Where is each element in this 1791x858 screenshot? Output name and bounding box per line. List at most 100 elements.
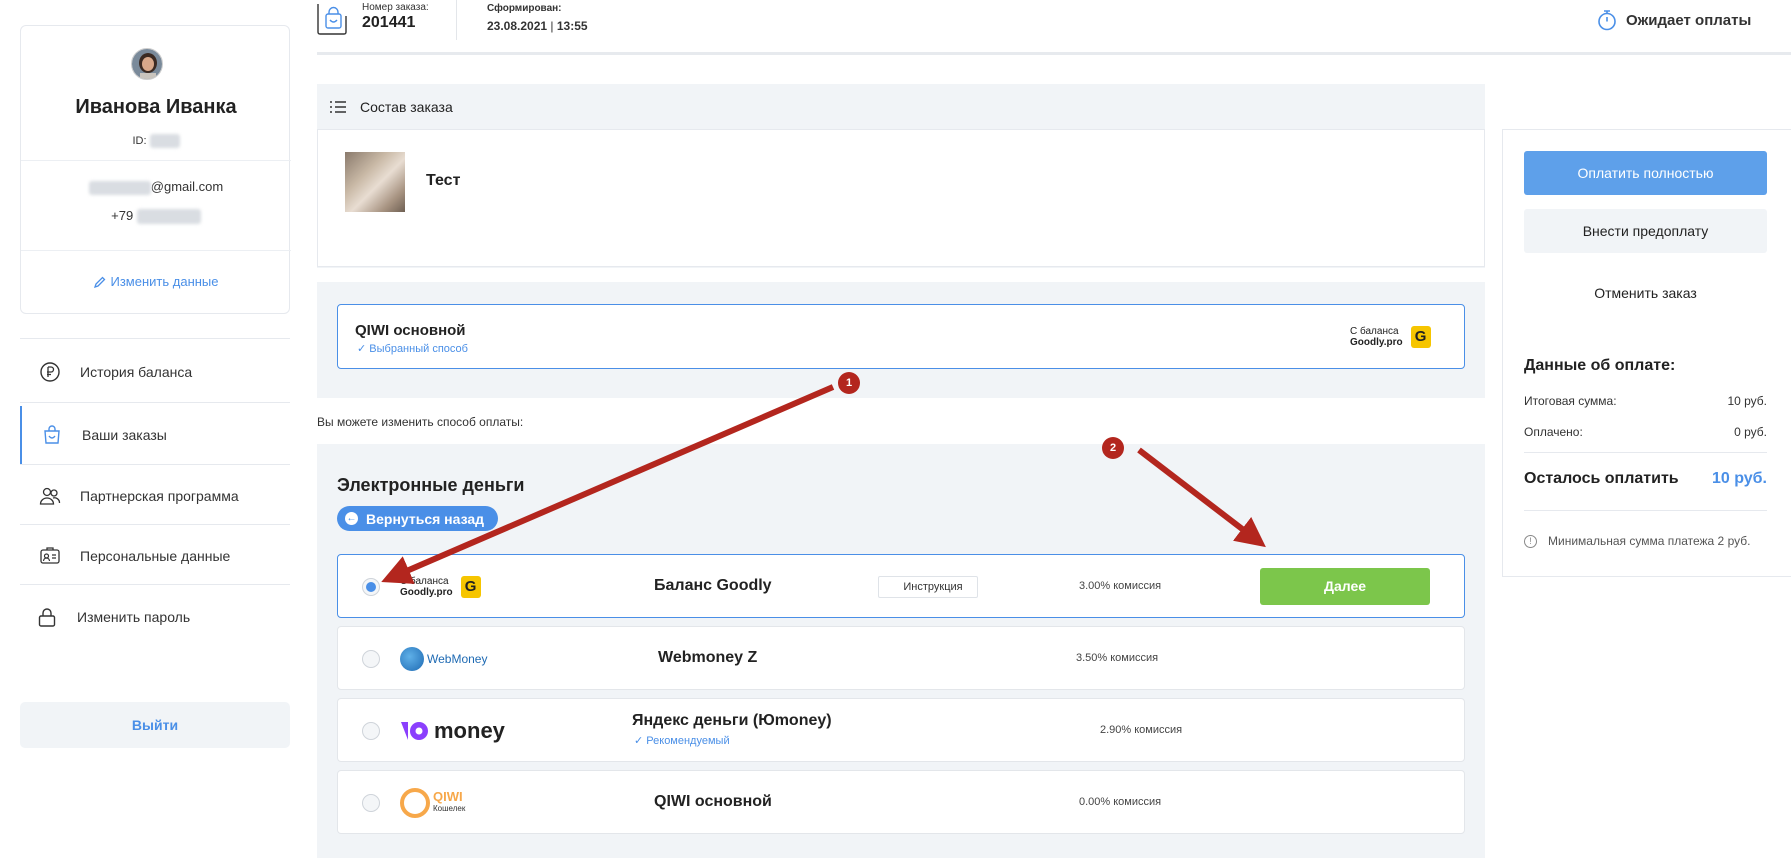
payment-details-title: Данные об оплате: (1524, 357, 1676, 374)
payment-method-row[interactable]: WebMoney Webmoney Z 3.50% комиссия (337, 626, 1465, 690)
goodly-g-icon: G (460, 576, 481, 598)
min-payment-note: ! Минимальная сумма платежа 2 руб. (1524, 534, 1750, 548)
qiwi-logo-text: QIWI (433, 789, 463, 804)
selected-method-card (337, 304, 1465, 369)
sidebar-item-label: Изменить пароль (77, 609, 191, 625)
payment-method-fee: 3.50% комиссия (1076, 652, 1159, 664)
phone-prefix: +79 (111, 208, 134, 223)
formed-label: Сформирован: (487, 3, 562, 14)
divider (20, 402, 290, 403)
cancel-order-button[interactable]: Отменить заказ (1524, 271, 1767, 315)
payment-method-row[interactable]: money Яндекс деньги (Юmoney) ✓ Рекоменду… (337, 698, 1465, 762)
payment-method-fee: 0.00% комиссия (1079, 796, 1162, 808)
yoomoney-logo: money (400, 715, 505, 747)
sidebar-item-label: Ваши заказы (82, 427, 167, 443)
payment-method-fee: 3.00% комиссия (1079, 580, 1162, 592)
prepay-button[interactable]: Внести предоплату (1524, 209, 1767, 253)
order-number: 201441 (362, 14, 416, 31)
user-email: @gmail.com (21, 179, 291, 195)
sidebar-item-label: Персональные данные (80, 548, 231, 564)
goodly-logo-line2: Goodly.pro (400, 587, 453, 598)
total-value: 10 руб. (1727, 394, 1767, 408)
id-card-icon (38, 544, 62, 568)
formed-separator: | (547, 19, 557, 33)
order-composition-title: Состав заказа (360, 99, 453, 115)
recommended-tag: ✓ Рекомендуемый (634, 735, 730, 747)
avatar (131, 48, 163, 80)
qiwi-circle-icon (400, 788, 430, 818)
emoney-title: Электронные деньги (337, 475, 525, 495)
user-phone: +79 (21, 208, 291, 225)
radio-button[interactable] (362, 794, 380, 812)
radio-button[interactable] (362, 650, 380, 668)
header-divider (456, 0, 457, 40)
annotation-marker-1: 1 (838, 372, 860, 394)
order-composition-header: Состав заказа (330, 99, 453, 115)
redacted-phone (136, 209, 201, 225)
yoomoney-logo-text: money (434, 718, 505, 743)
payment-method-name: QIWI основной (654, 793, 772, 810)
next-button[interactable]: Далее (1260, 568, 1430, 605)
product-thumbnail[interactable] (345, 152, 405, 212)
payment-method-name: Баланс Goodly (654, 577, 772, 594)
goodly-logo-line1: С баланса (400, 576, 449, 587)
selected-method-tag-text: Выбранный способ (369, 343, 468, 355)
qiwi-logo-subtext: Кошелек (433, 804, 466, 813)
formed-time: 13:55 (556, 19, 588, 33)
yoomoney-icon (401, 722, 428, 740)
user-id: ID: (21, 134, 291, 148)
remaining-label: Осталось оплатить (1524, 470, 1679, 487)
globe-icon (400, 647, 424, 671)
back-button-label: Вернуться назад (366, 510, 485, 527)
order-status-text: Ожидает оплаты (1626, 11, 1752, 29)
formed-date: 23.08.2021 (487, 19, 548, 33)
payment-method-name: Яндекс деньги (Юmoney) (632, 712, 832, 729)
min-payment-note-text: Минимальная сумма платежа 2 руб. (1548, 534, 1751, 548)
goodly-balance-logo: С баланса Goodly.pro G (1350, 326, 1431, 348)
sidebar-item-change-password[interactable]: Изменить пароль (20, 588, 290, 646)
back-button[interactable]: ← Вернуться назад (337, 506, 499, 531)
goodly-g-icon: G (1410, 326, 1431, 348)
shopping-bag-icon (40, 423, 64, 447)
radio-button[interactable] (362, 578, 380, 596)
header-underline (317, 52, 1791, 55)
payment-method-fee: 2.90% комиссия (1100, 724, 1183, 736)
logout-button[interactable]: Выйти (20, 702, 290, 748)
pencil-icon (93, 276, 105, 289)
sidebar-item-personal-data[interactable]: Персональные данные (20, 527, 290, 585)
pay-full-button[interactable]: Оплатить полностью (1524, 151, 1767, 195)
selected-method-name: QIWI основной (355, 322, 466, 339)
divider (1524, 510, 1767, 511)
sidebar-item-orders[interactable]: Ваши заказы (20, 406, 290, 464)
annotation-marker-2: 2 (1102, 437, 1124, 459)
formed-datetime: 23.08.2021 | 13:55 (487, 19, 588, 33)
arrow-left-icon: ← (345, 512, 358, 525)
remaining-value: 10 руб. (1711, 470, 1767, 487)
divider (1524, 452, 1767, 453)
payment-method-row[interactable]: С баланса Goodly.pro G Баланс Goodly Инст… (337, 554, 1465, 618)
sidebar-item-label: История баланса (80, 364, 193, 380)
divider (21, 160, 291, 161)
user-id-label: ID: (132, 134, 147, 147)
sidebar-item-partner-program[interactable]: Партнерская программа (20, 467, 290, 525)
product-name: Тест (426, 172, 461, 189)
sidebar-item-label: Партнерская программа (80, 488, 239, 504)
radio-button[interactable] (362, 722, 380, 740)
redacted-id (149, 134, 180, 148)
people-icon (38, 484, 62, 508)
edit-profile-link[interactable]: Изменить данные (21, 274, 291, 289)
payment-method-name: Webmoney Z (658, 649, 758, 666)
email-domain: @gmail.com (150, 179, 224, 194)
instruction-button[interactable]: Инструкция (878, 576, 978, 598)
order-status: Ожидает оплаты (1597, 9, 1751, 31)
divider (20, 584, 290, 585)
paid-label: Оплачено: (1524, 425, 1583, 439)
goodly-balance-logo: С баланса Goodly.pro G (400, 571, 481, 603)
payment-method-row[interactable]: QIWI Кошелек QIWI основной 0.00% комиссия (337, 770, 1465, 834)
selected-method-tag: ✓ Выбранный способ (357, 343, 468, 355)
sidebar-item-balance-history[interactable]: История баланса (20, 343, 290, 401)
qiwi-logo: QIWI Кошелек (400, 787, 465, 819)
webmoney-logo: WebMoney (400, 643, 487, 675)
stopwatch-icon (1598, 10, 1616, 31)
webmoney-logo-text: WebMoney (427, 652, 488, 666)
